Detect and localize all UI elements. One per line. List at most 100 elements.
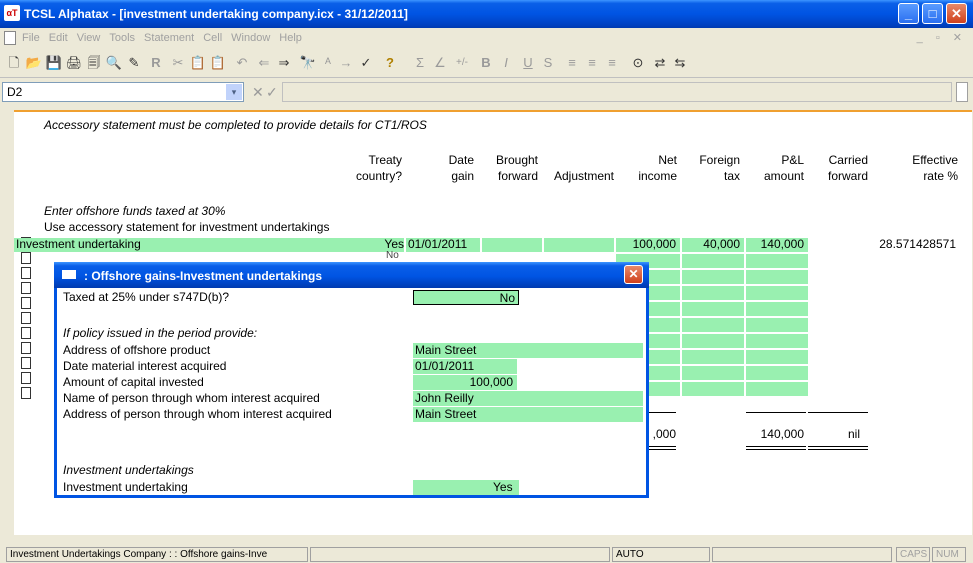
row-doc-icon[interactable] (21, 372, 31, 384)
row-doc-icon[interactable] (21, 282, 31, 294)
document-icon[interactable] (4, 31, 16, 45)
row-pl-cell[interactable] (746, 382, 808, 396)
link-right-icon[interactable]: ⇆ (670, 53, 690, 73)
row-doc-icon[interactable] (21, 312, 31, 324)
row-doc-icon[interactable] (21, 342, 31, 354)
italic-icon[interactable]: I (496, 53, 516, 73)
edit-icon[interactable]: ✎ (124, 53, 144, 73)
menu-edit[interactable]: Edit (49, 32, 68, 44)
angle-icon[interactable]: ∠ (430, 53, 450, 73)
menu-view[interactable]: View (77, 32, 101, 44)
align-right-icon[interactable]: ≡ (602, 53, 622, 73)
row-pl-cell[interactable] (746, 270, 808, 284)
menu-statement[interactable]: Statement (144, 32, 194, 44)
investment-undertaking-field[interactable]: Yes (413, 480, 519, 495)
r-icon[interactable]: R (146, 53, 166, 73)
menu-file[interactable]: File (22, 32, 40, 44)
goto-icon[interactable]: → (336, 53, 356, 73)
align-left-icon[interactable]: ≡ (562, 53, 582, 73)
row-pl-cell[interactable] (746, 318, 808, 332)
close-button[interactable]: ✕ (946, 3, 967, 24)
row-doc-icon[interactable] (21, 252, 31, 264)
row-pl-cell[interactable] (746, 334, 808, 348)
sign-toggle-icon[interactable]: +/- (452, 53, 472, 73)
chevron-down-icon[interactable]: ▾ (226, 84, 242, 100)
formula-input[interactable] (282, 82, 952, 102)
row-pl-cell[interactable] (746, 366, 808, 380)
row-tax-cell[interactable] (682, 302, 744, 316)
open-icon[interactable]: 📂 (24, 53, 44, 73)
link-left-icon[interactable]: ⇄ (650, 53, 670, 73)
cancel-edit-icon[interactable]: ✕ (252, 84, 264, 101)
mdi-controls[interactable]: _ ▫ ✕ (917, 31, 967, 44)
copy-sheet-icon[interactable]: 🗐 (84, 53, 104, 73)
bold-icon[interactable]: B (476, 53, 496, 73)
menu-tools[interactable]: Tools (109, 32, 135, 44)
row-doc-icon[interactable] (21, 387, 31, 399)
row-pl-cell[interactable] (746, 302, 808, 316)
find-icon[interactable]: 🔭 (298, 53, 318, 73)
new-icon[interactable]: 🗋 (4, 53, 24, 73)
title-bar[interactable]: αT TCSL Alphatax - [investment undertaki… (0, 0, 973, 28)
preview-icon[interactable]: 🔍 (104, 53, 124, 73)
app-icon[interactable]: αT (4, 5, 20, 21)
address-offshore-product-field[interactable]: Main Street (413, 343, 643, 358)
row-1-adjust-cell[interactable] (544, 238, 614, 252)
save-icon[interactable]: 💾 (44, 53, 64, 73)
row-1-brought-cell[interactable] (482, 238, 542, 252)
maximize-button[interactable]: □ (922, 3, 943, 24)
menu-cell[interactable]: Cell (203, 32, 222, 44)
help-icon[interactable]: ? (380, 53, 400, 73)
dialog-close-button[interactable]: ✕ (624, 265, 643, 284)
spellcheck-icon[interactable]: ✓ (356, 53, 376, 73)
row-tax-cell[interactable] (682, 254, 744, 268)
row-tax-cell[interactable] (682, 270, 744, 284)
row-doc-icon[interactable] (21, 267, 31, 279)
col-header-line: amount (763, 169, 804, 183)
col-header-effective-rate: Effective rate % (884, 152, 958, 184)
person-address-field[interactable]: Main Street (413, 407, 643, 422)
cut-icon[interactable]: ✂ (168, 53, 188, 73)
row-tax-cell[interactable] (682, 318, 744, 332)
capital-invested-field[interactable]: 100,000 (413, 375, 517, 390)
row-pl-cell[interactable] (746, 286, 808, 300)
taxed-25-label: Taxed at 25% under s747D(b)? (63, 290, 230, 304)
col-header-line: Date (448, 153, 474, 167)
confirm-edit-icon[interactable]: ✓ (266, 84, 278, 101)
formula-expand-button[interactable] (956, 82, 968, 102)
align-center-icon[interactable]: ≡ (582, 53, 602, 73)
minimize-button[interactable]: _ (898, 3, 919, 24)
copy-icon[interactable]: 📋 (188, 53, 208, 73)
find-next-icon[interactable]: ᴬ (318, 53, 338, 73)
menu-window[interactable]: Window (231, 32, 270, 44)
row-tax-cell[interactable] (682, 366, 744, 380)
row-doc-icon[interactable] (21, 297, 31, 309)
row-tax-cell[interactable] (682, 382, 744, 396)
back-icon[interactable]: ⇐ (254, 53, 274, 73)
forward-icon[interactable]: ⇒ (274, 53, 294, 73)
dialog-title-bar[interactable]: : Offshore gains-Investment undertakings… (54, 262, 649, 288)
row-doc-icon[interactable] (21, 357, 31, 369)
cell-reference-box[interactable]: D2 ▾ (2, 82, 244, 102)
taxed-25-field[interactable]: No (413, 290, 519, 305)
row-tax-cell[interactable] (682, 286, 744, 300)
date-interest-acquired-field[interactable]: 01/01/2011 (413, 359, 517, 374)
strike-icon[interactable]: S (538, 53, 558, 73)
paste-icon[interactable]: 📋 (208, 53, 228, 73)
dialog-title: : Offshore gains-Investment undertakings (84, 269, 323, 283)
info-icon[interactable]: ⊙ (628, 53, 648, 73)
row-pl-cell[interactable] (746, 350, 808, 364)
row-tax-cell[interactable] (682, 334, 744, 348)
offshore-gains-dialog[interactable]: : Offshore gains-Investment undertakings… (54, 262, 649, 498)
person-name-field[interactable]: John Reilly (413, 391, 643, 406)
row-doc-icon[interactable] (21, 327, 31, 339)
col-header-brought-forward: Brought forward (476, 152, 538, 184)
sum-icon[interactable]: Σ (410, 53, 430, 73)
undo-icon[interactable]: ↶ (232, 53, 252, 73)
print-icon[interactable]: 🖨 (64, 53, 84, 73)
row-pl-cell[interactable] (746, 254, 808, 268)
row-tax-cell[interactable] (682, 350, 744, 364)
col-header-line: Adjustment (553, 169, 614, 183)
menu-help[interactable]: Help (279, 32, 302, 44)
underline-icon[interactable]: U (518, 53, 538, 73)
